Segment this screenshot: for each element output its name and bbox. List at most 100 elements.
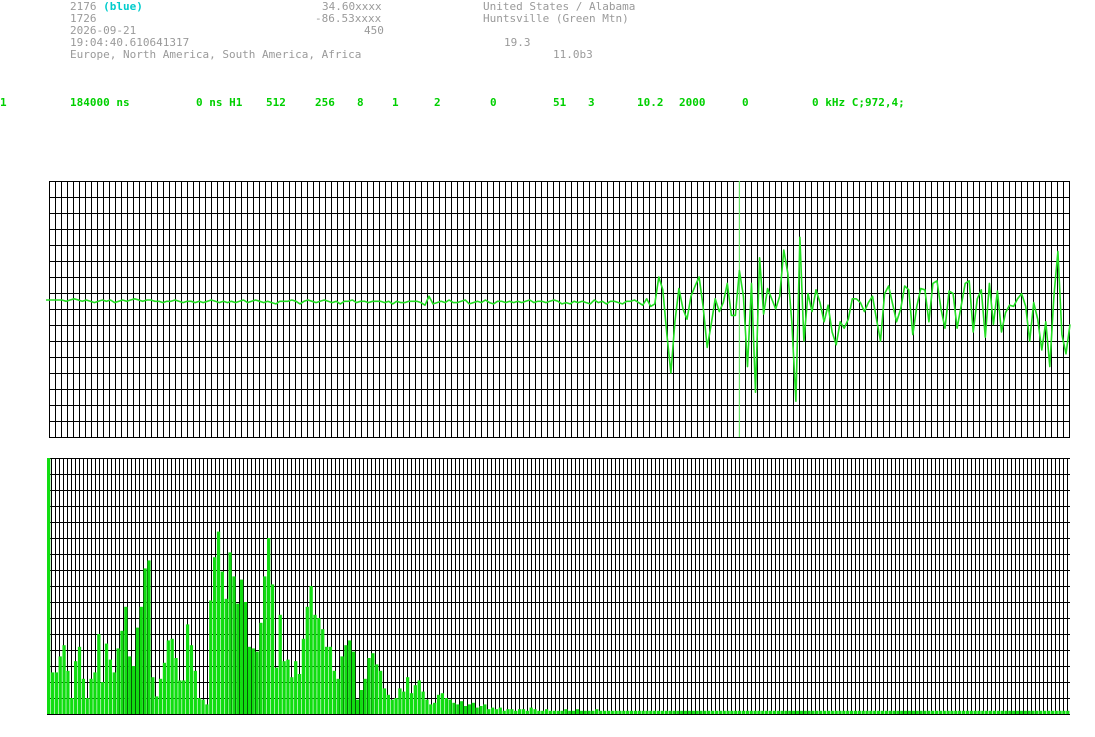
spectrum-bar — [421, 691, 425, 714]
spectrum-bar — [139, 606, 143, 714]
spectrum-bar — [193, 670, 197, 714]
spectrum-bar — [483, 704, 487, 714]
spectrum-bar — [433, 702, 437, 714]
spectrum-bar — [1023, 710, 1027, 714]
spectrum-bar — [1062, 710, 1066, 714]
spectrum-bar — [653, 710, 657, 714]
spectrum-bar — [278, 614, 282, 714]
spectrum-bar — [792, 710, 796, 714]
spectrum-bar — [626, 710, 630, 714]
spectrum-bar — [803, 710, 807, 714]
spectrum-bar — [309, 586, 313, 714]
spectrum-bar — [977, 710, 981, 714]
spectrum-bar — [672, 710, 676, 714]
spectrum-bar — [757, 710, 761, 714]
spectrum-bar — [1035, 710, 1039, 714]
spectrum-bar — [738, 710, 742, 714]
spectrum-bar — [263, 576, 267, 714]
spectrum-bar — [54, 672, 58, 714]
spectrum-bar — [355, 699, 360, 714]
spectrum-bar — [166, 640, 170, 714]
spectrum-bar — [745, 710, 749, 714]
spectrum-bar — [460, 701, 464, 714]
spectrum-bar — [730, 710, 734, 714]
spectrum-bar — [680, 710, 684, 714]
spectrum-bar — [687, 710, 692, 714]
spectrum-bar — [386, 694, 390, 714]
spectrum-bar — [938, 710, 943, 714]
spectrum-bar — [934, 710, 939, 714]
spectrum-bar — [1066, 710, 1070, 714]
spectrum-bar — [521, 709, 526, 714]
spectrum-bar — [89, 678, 93, 714]
spectrum-bar — [815, 710, 819, 714]
spectrum-bar — [116, 648, 120, 714]
spectrum-bar — [568, 710, 572, 714]
spectrum-bar — [112, 672, 116, 714]
spectrum-bar — [375, 664, 379, 714]
spectrum-bar — [371, 653, 375, 714]
spectrum-bar — [552, 710, 556, 714]
spectrum-bar — [255, 651, 259, 714]
spectrum-bar — [270, 584, 275, 714]
spectrum-bar — [583, 710, 587, 714]
spectrum-bar — [232, 576, 236, 714]
spectrum-bar — [487, 709, 491, 714]
spectrum-bar — [506, 709, 510, 714]
spectrum-bar — [572, 710, 576, 714]
spectrum-bar — [996, 710, 1000, 714]
spectrum-bar — [1019, 710, 1024, 714]
spectrum-bar — [448, 699, 452, 714]
spectrum-bar — [618, 710, 622, 714]
spectrum-bar — [931, 710, 935, 714]
spectrum-bar — [158, 678, 163, 714]
spectrum-bar — [205, 704, 209, 714]
spectrum-bar — [873, 710, 877, 714]
spectrum-bar — [62, 645, 66, 714]
spectrum-bar — [332, 670, 336, 714]
spectrum-bar — [429, 704, 433, 714]
spectrum-bar — [664, 710, 668, 714]
spectrum-bar — [575, 709, 580, 714]
spectrum-bar — [151, 677, 155, 714]
spectrum-bar — [927, 710, 931, 714]
spectrum-bar — [548, 710, 553, 714]
spectrum-bar — [564, 709, 568, 714]
spectrum-bar — [741, 710, 746, 714]
spectrum-bar — [178, 680, 182, 714]
spectrum-bar — [842, 710, 846, 714]
spectrum-bar — [784, 710, 788, 714]
spectrum-bar — [243, 602, 248, 714]
spectrum-bar — [240, 579, 244, 714]
spectrum-bar — [402, 691, 406, 714]
spectrum-bar — [236, 603, 240, 714]
spectrum-bar — [494, 709, 499, 714]
spectrum-bar — [822, 710, 827, 714]
spectrum-bar — [537, 710, 541, 714]
spectrum-bar — [676, 710, 680, 714]
spectrum-bar — [622, 710, 626, 714]
spectrum-bar — [514, 710, 518, 714]
spectrum-bar — [66, 670, 70, 714]
spectrum-bar — [830, 710, 834, 714]
spectrum-bar — [108, 659, 113, 714]
spectrum-bar — [170, 638, 174, 714]
spectrum-bar — [710, 710, 715, 714]
spectrum-bar — [104, 643, 109, 714]
spectrum-bar — [560, 710, 564, 714]
spectrum-bar — [321, 629, 325, 714]
spectrum-bar — [541, 710, 545, 714]
spectrum-bar — [162, 662, 167, 714]
spectrum-bar — [378, 670, 383, 714]
spectrum-bar — [120, 630, 124, 714]
spectrum-bar — [888, 710, 892, 714]
spectrum-bar — [467, 704, 472, 714]
spectrum-bar — [768, 710, 773, 714]
spectrum-bar — [70, 698, 74, 714]
spectrum-bar — [749, 710, 753, 714]
spectrum-bar — [602, 710, 607, 714]
spectrum-bar — [606, 710, 611, 714]
spectrum-bar — [695, 710, 699, 714]
spectrum-bar — [259, 622, 263, 714]
spectrum-bar — [907, 710, 912, 714]
